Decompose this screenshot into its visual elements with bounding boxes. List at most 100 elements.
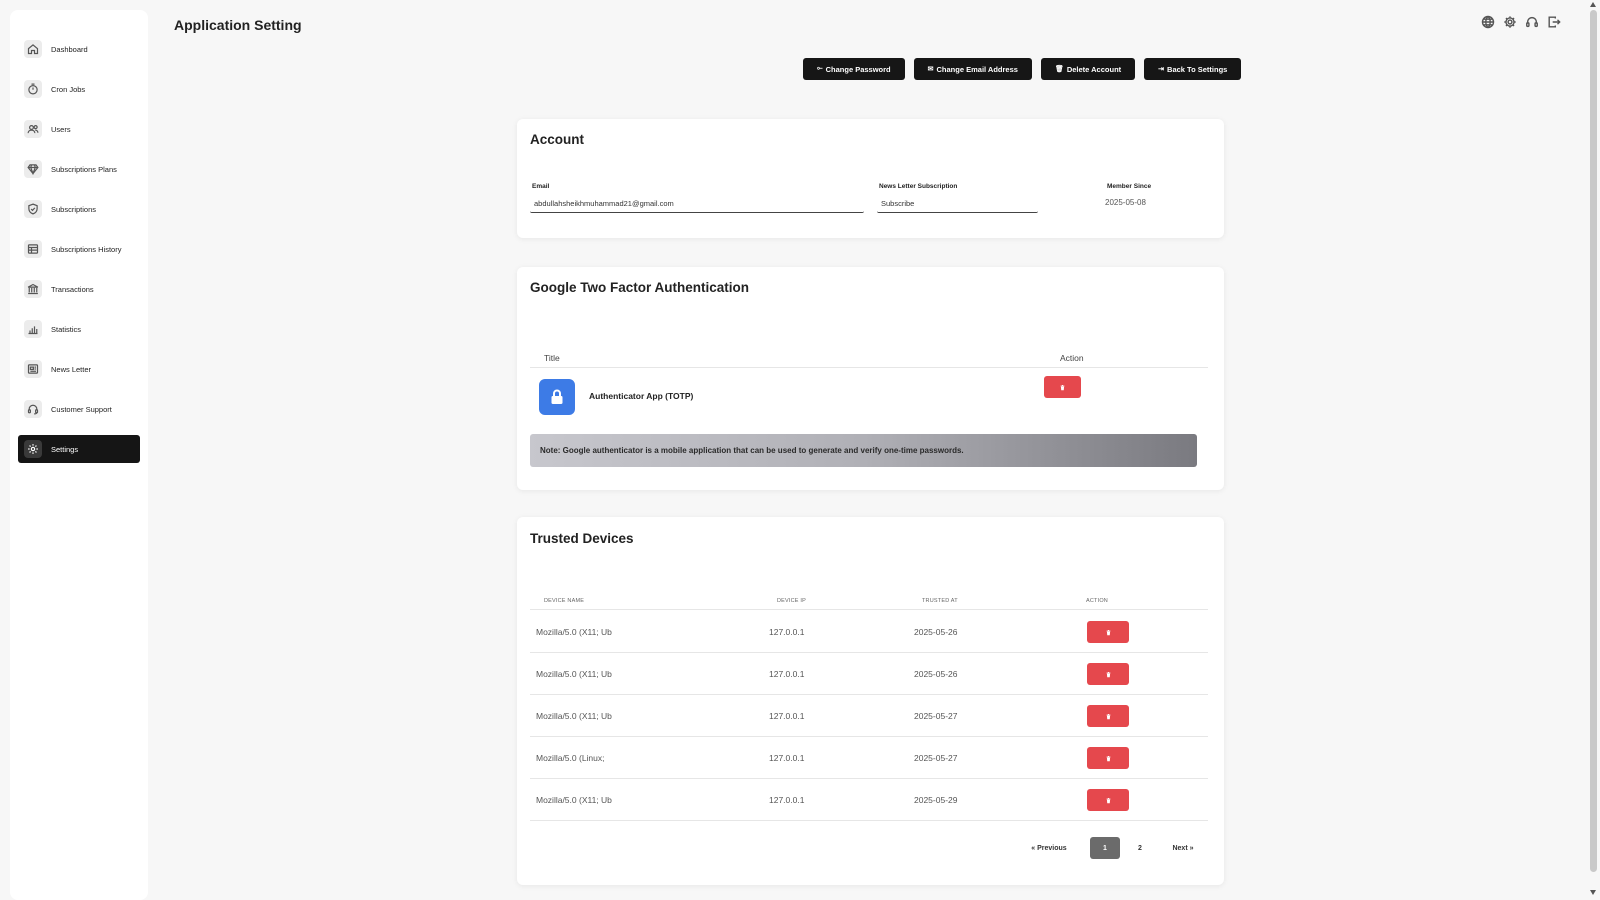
top-toolbar [1480, 14, 1562, 30]
key-icon: ⟜ [817, 65, 823, 72]
email-field[interactable]: abdullahsheikhmuhammad21@gmail.com [530, 195, 864, 213]
device-name: Mozilla/5.0 (X11; Ub [536, 711, 612, 721]
diamond-icon [24, 160, 42, 178]
home-icon [24, 40, 42, 58]
authenticator-app-title: Authenticator App (TOTP) [589, 391, 694, 401]
sidebar-item-label: Customer Support [51, 404, 112, 414]
pagination-next[interactable]: Next » [1168, 837, 1198, 859]
table-row: Mozilla/5.0 (Linux; 127.0.0.1 2025-05-27 [530, 737, 1208, 779]
sidebar-item-label: Users [51, 124, 71, 134]
page-title: Application Setting [174, 17, 302, 33]
sidebar-item-cron-jobs[interactable]: Cron Jobs [18, 75, 140, 103]
pagination: « Previous 1 2 Next » [517, 837, 1224, 859]
change-password-button[interactable]: ⟜ Change Password [803, 58, 905, 80]
account-title: Account [530, 132, 584, 147]
device-name: Mozilla/5.0 (Linux; [536, 753, 605, 763]
member-since-label: Member Since [1107, 183, 1152, 190]
col-device-ip: DEVICE IP [777, 598, 807, 604]
col-trusted-at: TRUSTED AT [922, 598, 958, 604]
delete-account-button[interactable]: 🗑 Delete Account [1040, 58, 1136, 80]
scrollbar-thumb[interactable] [1590, 10, 1597, 872]
trash-icon [1105, 629, 1111, 635]
timer-icon [24, 80, 42, 98]
trusted-at: 2025-05-26 [914, 669, 958, 679]
sidebar-item-customer-support[interactable]: Customer Support [18, 395, 140, 423]
col-device-name: DEVICE NAME [544, 598, 585, 604]
col-title: Title [544, 353, 560, 363]
delete-device-button[interactable] [1087, 621, 1129, 643]
col-action: ACTION [1086, 598, 1108, 604]
sidebar-item-dashboard[interactable]: Dashboard [18, 35, 140, 63]
pagination-page-1[interactable]: 1 [1090, 837, 1120, 859]
trusted-devices-header: DEVICE NAME DEVICE IP TRUSTED AT ACTION [530, 598, 1208, 610]
change-email-label: Change Email Address [936, 64, 1018, 74]
trash-icon [1105, 713, 1111, 719]
authenticator-note: Note: Google authenticator is a mobile a… [530, 434, 1197, 467]
col-action: Action [1060, 353, 1084, 363]
sidebar-item-label: Statistics [51, 324, 82, 334]
logout-icon[interactable] [1546, 14, 1562, 30]
sidebar-item-settings[interactable]: Settings [18, 435, 140, 463]
pagination-page-2[interactable]: 2 [1130, 837, 1150, 859]
sidebar-item-users[interactable]: Users [18, 115, 140, 143]
delete-authenticator-button[interactable] [1044, 376, 1081, 398]
sidebar-item-subscriptions[interactable]: Subscriptions [18, 195, 140, 223]
sidebar-item-statistics[interactable]: Statistics [18, 315, 140, 343]
change-email-button[interactable]: ✉ Change Email Address [913, 58, 1032, 80]
scroll-down-icon[interactable] [1590, 890, 1596, 895]
globe-icon[interactable] [1480, 14, 1496, 30]
table-row: Mozilla/5.0 (X11; Ub 127.0.0.1 2025-05-2… [530, 779, 1208, 821]
shield-icon [24, 200, 42, 218]
sidebar-item-subscriptions-plans[interactable]: Subscriptions Plans [18, 155, 140, 183]
trusted-devices-title: Trusted Devices [530, 531, 634, 546]
bar-chart-icon [24, 320, 42, 338]
delete-device-button[interactable] [1087, 705, 1129, 727]
sidebar-item-transactions[interactable]: Transactions [18, 275, 140, 303]
scroll-up-icon[interactable] [1590, 2, 1596, 7]
trash-icon [1105, 755, 1111, 761]
delete-device-button[interactable] [1087, 663, 1129, 685]
two-factor-table-header: Title Action [530, 353, 1208, 368]
device-ip: 127.0.0.1 [769, 711, 805, 721]
email-label: Email [532, 183, 550, 190]
trusted-at: 2025-05-29 [914, 795, 958, 805]
scrollbar[interactable] [1589, 0, 1598, 900]
device-ip: 127.0.0.1 [769, 669, 805, 679]
sidebar-item-label: News Letter [51, 364, 92, 374]
table-icon [24, 240, 42, 258]
account-actions: ⟜ Change Password ✉ Change Email Address… [803, 58, 1242, 80]
device-name: Mozilla/5.0 (X11; Ub [536, 627, 612, 637]
gear-icon [24, 440, 42, 458]
sidebar-item-label: Dashboard [51, 44, 88, 54]
sidebar-item-news-letter[interactable]: News Letter [18, 355, 140, 383]
pagination-previous[interactable]: « Previous [1029, 837, 1069, 859]
delete-device-button[interactable] [1087, 789, 1129, 811]
device-ip: 127.0.0.1 [769, 753, 805, 763]
member-since-value: 2025-05-08 [1105, 198, 1146, 207]
two-factor-title: Google Two Factor Authentication [530, 280, 749, 295]
table-row: Mozilla/5.0 (X11; Ub 127.0.0.1 2025-05-2… [530, 653, 1208, 695]
device-ip: 127.0.0.1 [769, 627, 805, 637]
back-to-settings-label: Back To Settings [1167, 64, 1228, 74]
sidebar-item-subscriptions-history[interactable]: Subscriptions History [18, 235, 140, 263]
table-row: Mozilla/5.0 (X11; Ub 127.0.0.1 2025-05-2… [530, 695, 1208, 737]
headset-icon [24, 400, 42, 418]
sidebar-item-label: Subscriptions Plans [51, 164, 117, 174]
back-to-settings-button[interactable]: ⇥ Back To Settings [1144, 58, 1242, 80]
trash-icon [1060, 384, 1065, 390]
two-factor-card: Google Two Factor Authentication Title A… [517, 267, 1224, 490]
change-password-label: Change Password [825, 64, 891, 74]
device-ip: 127.0.0.1 [769, 795, 805, 805]
newsletter-select[interactable]: Subscribe [877, 195, 1038, 213]
bank-icon [24, 280, 42, 298]
device-name: Mozilla/5.0 (X11; Ub [536, 795, 612, 805]
sidebar-item-label: Transactions [51, 284, 94, 294]
delete-device-button[interactable] [1087, 747, 1129, 769]
trusted-at: 2025-05-27 [914, 711, 958, 721]
headset-icon[interactable] [1524, 14, 1540, 30]
gear-icon[interactable] [1502, 14, 1518, 30]
sidebar-item-label: Subscriptions History [51, 244, 122, 254]
trusted-at: 2025-05-27 [914, 753, 958, 763]
sidebar-item-label: Cron Jobs [51, 84, 86, 94]
trusted-at: 2025-05-26 [914, 627, 958, 637]
